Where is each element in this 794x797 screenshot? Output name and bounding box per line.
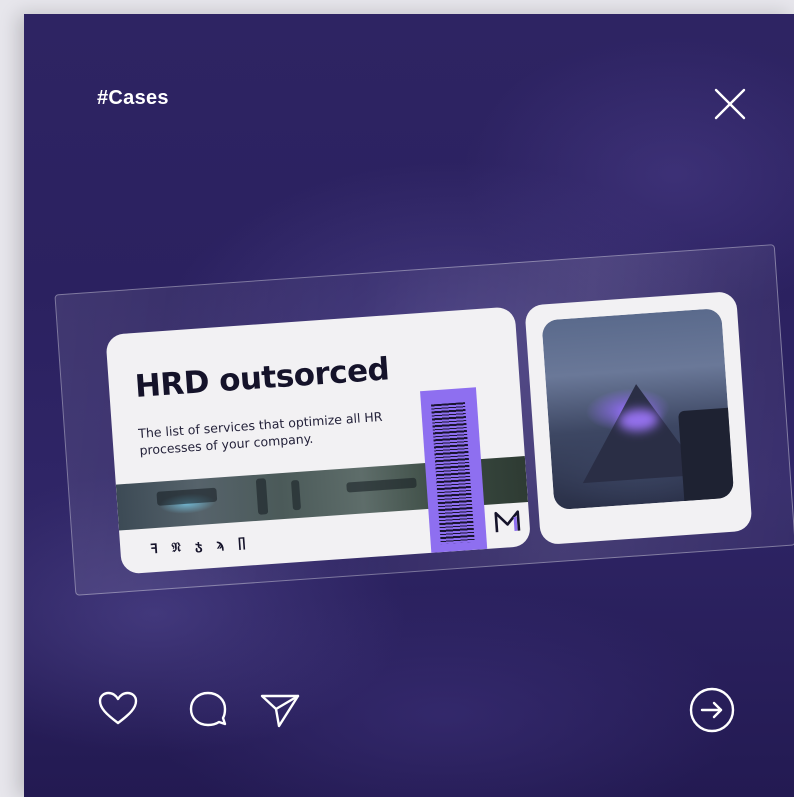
- next-button[interactable]: [688, 686, 736, 734]
- case-image: [541, 308, 735, 511]
- close-icon: [714, 88, 746, 120]
- brand-glyphs: ꟻ 𝔑 ჯ ϡ ∏: [149, 535, 250, 558]
- close-button[interactable]: [710, 84, 750, 124]
- barcode: [431, 402, 475, 545]
- heart-icon: [98, 691, 138, 725]
- comment-button[interactable]: [186, 688, 230, 732]
- post-tag: #Cases: [97, 87, 169, 109]
- ticket-info-panel: HRD outsorced The list of services that …: [105, 306, 532, 575]
- send-icon: [260, 694, 300, 728]
- case-ticket: HRD outsorced The list of services that …: [54, 244, 794, 596]
- share-button[interactable]: [258, 688, 302, 732]
- ticket-image-panel: [524, 290, 753, 546]
- like-button[interactable]: [96, 688, 140, 732]
- barcode-tag: [420, 387, 488, 553]
- brand-logo: [494, 510, 521, 533]
- case-title: HRD outsorced: [133, 351, 391, 406]
- post-card: #Cases HRD outsorced The list of service…: [24, 14, 794, 797]
- case-description: The list of services that optimize all H…: [137, 408, 383, 458]
- comment-icon: [189, 691, 227, 727]
- arrow-right-circle-icon: [689, 687, 735, 733]
